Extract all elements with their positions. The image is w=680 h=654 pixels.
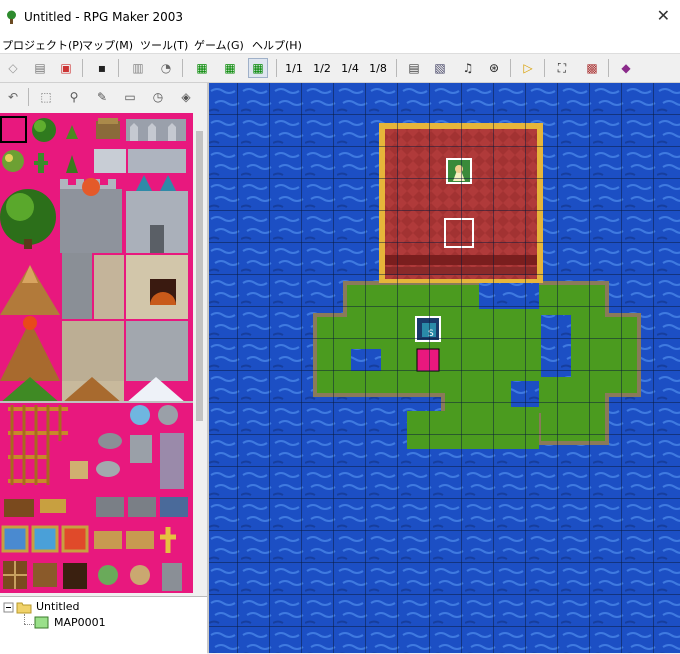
fill-icon[interactable]: ◈	[176, 87, 196, 107]
pencil-icon[interactable]: ✎	[92, 87, 112, 107]
menu-game[interactable]: ゲーム(G)	[194, 37, 244, 53]
revert-icon[interactable]: ◔	[156, 58, 176, 78]
zoom-1-8-button[interactable]: 1/8	[368, 58, 388, 78]
material-icon[interactable]: ▧	[430, 58, 450, 78]
undo-icon[interactable]: ▥	[128, 58, 148, 78]
title-screen-icon[interactable]: ▩	[582, 58, 602, 78]
play-test-icon[interactable]: ▷	[518, 58, 538, 78]
fullscreen-icon[interactable]: ⛶	[552, 58, 572, 78]
zoom-1-4-button[interactable]: 1/4	[340, 58, 360, 78]
main-toolbar: ◇ ▤ ▣ ▪ ▥ ◔ ▦ ▦ ▦ 1/1 1/2 1/4 1/8 ▤ ▧ ♫ …	[0, 54, 680, 83]
collapse-icon[interactable]	[2, 601, 16, 615]
menu-tool[interactable]: ツール(T)	[140, 37, 188, 53]
upper-layer-icon[interactable]: ▦	[220, 58, 240, 78]
zoom-1-2-button[interactable]: 1/2	[312, 58, 332, 78]
music-icon[interactable]: ♫	[458, 58, 478, 78]
window-title: Untitled - RPG Maker 2003	[24, 10, 184, 24]
open-project-icon[interactable]: ▤	[30, 58, 50, 78]
rectangle-icon[interactable]: ▭	[120, 87, 140, 107]
menu-bar: プロジェクト(P) マップ(M) ツール(T) ゲーム(G) ヘルプ(H)	[0, 34, 680, 54]
close-project-icon[interactable]: ▣	[56, 58, 76, 78]
event-layer-icon[interactable]: ▦	[248, 58, 268, 78]
app-icon	[7, 10, 16, 24]
grid-overlay	[209, 83, 680, 653]
title-bar: Untitled - RPG Maker 2003 ✕	[0, 0, 680, 34]
lower-layer-icon[interactable]: ▦	[192, 58, 212, 78]
database-icon[interactable]: ▤	[404, 58, 424, 78]
search-icon[interactable]: ⊛	[484, 58, 504, 78]
close-icon[interactable]: ✕	[657, 6, 670, 25]
palette-scroll-thumb[interactable]	[196, 131, 203, 421]
menu-project[interactable]: プロジェクト(P)	[2, 37, 83, 53]
tree-project-label[interactable]: Untitled	[36, 600, 80, 613]
map-canvas[interactable]: S	[209, 83, 680, 653]
save-icon[interactable]: ▪	[92, 58, 112, 78]
zoom-1-1-button[interactable]: 1/1	[284, 58, 304, 78]
new-project-icon[interactable]: ◇	[3, 58, 23, 78]
select-icon[interactable]: ⬚	[36, 87, 56, 107]
menu-help[interactable]: ヘルプ(H)	[252, 37, 302, 53]
menu-map[interactable]: マップ(M)	[82, 37, 133, 53]
tile-palette[interactable]	[0, 113, 193, 593]
circle-icon[interactable]: ◷	[148, 87, 168, 107]
drawing-toolbar: ↶ ⬚ ⚲ ✎ ▭ ◷ ◈	[0, 83, 208, 111]
tree-map-label[interactable]: MAP0001	[54, 616, 106, 629]
map-tree: Untitled MAP0001	[0, 596, 207, 654]
help-book-icon[interactable]: ◆	[616, 58, 636, 78]
zoom-icon[interactable]: ⚲	[64, 87, 84, 107]
map-icon	[34, 616, 49, 629]
folder-icon	[16, 602, 32, 614]
undo-arrow-icon[interactable]: ↶	[3, 87, 23, 107]
palette-scrollbar[interactable]	[193, 113, 207, 593]
